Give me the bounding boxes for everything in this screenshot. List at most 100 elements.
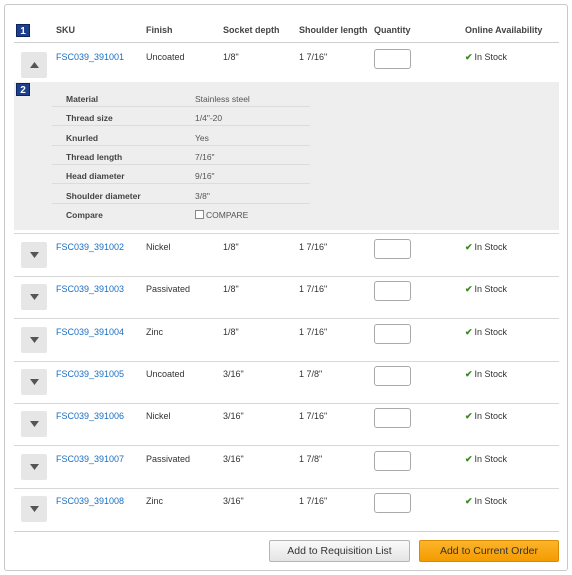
- quantity-input[interactable]: [374, 239, 411, 259]
- row-divider: [14, 318, 559, 319]
- checkmark-icon: ✔: [465, 327, 473, 337]
- header-finish: Finish: [146, 25, 173, 35]
- finish-cell: Uncoated: [146, 52, 185, 62]
- detail-value: Yes: [195, 132, 209, 143]
- expand-row-button[interactable]: [21, 454, 47, 480]
- shoulder-length-cell: 1 7/16": [299, 496, 328, 506]
- detail-label: Thread length: [66, 151, 123, 162]
- sku-link[interactable]: FSC039_391008: [56, 496, 124, 506]
- expand-row-button[interactable]: [21, 369, 47, 395]
- shoulder-length-cell: 1 7/16": [299, 242, 328, 252]
- row-divider: [14, 445, 559, 446]
- detail-row: Material Stainless steel: [52, 88, 310, 107]
- chevron-down-icon: [29, 337, 39, 343]
- socket-depth-cell: 1/8": [223, 52, 239, 62]
- quantity-input[interactable]: [374, 324, 411, 344]
- checkmark-icon: ✔: [465, 411, 473, 421]
- row-divider: [14, 403, 559, 404]
- sku-link[interactable]: FSC039_391003: [56, 284, 124, 294]
- checkmark-icon: ✔: [465, 284, 473, 294]
- sku-link[interactable]: FSC039_391007: [56, 454, 124, 464]
- finish-cell: Zinc: [146, 327, 164, 337]
- availability-text: In Stock: [474, 284, 508, 294]
- row-divider: [14, 276, 559, 277]
- finish-cell: Passivated: [146, 454, 191, 464]
- shoulder-length-cell: 1 7/8": [299, 369, 323, 379]
- availability-status: ✔ In Stock: [465, 411, 507, 422]
- quantity-input[interactable]: [374, 49, 411, 69]
- socket-depth-cell: 3/16": [223, 496, 244, 506]
- expand-row-button[interactable]: [21, 411, 47, 437]
- detail-value: 1/4"-20: [195, 113, 223, 124]
- finish-cell: Nickel: [146, 411, 171, 421]
- detail-label: Material: [66, 94, 99, 104]
- checkbox-icon[interactable]: [195, 209, 204, 219]
- finish-cell: Uncoated: [146, 369, 185, 379]
- detail-label: Knurled: [66, 132, 99, 143]
- expand-row-button[interactable]: [21, 327, 47, 353]
- socket-depth-cell: 1/8": [223, 327, 239, 337]
- compare-label: COMPARE: [206, 209, 249, 220]
- quantity-input[interactable]: [374, 281, 411, 301]
- checkmark-icon: ✔: [465, 496, 473, 506]
- row-divider: [14, 361, 559, 362]
- socket-depth-cell: 3/16": [223, 411, 244, 421]
- sku-link[interactable]: FSC039_391002: [56, 242, 124, 252]
- checkmark-icon: ✔: [465, 242, 473, 252]
- quantity-input[interactable]: [374, 408, 411, 428]
- add-to-current-order-button[interactable]: Add to Current Order: [419, 540, 559, 562]
- quantity-input[interactable]: [374, 493, 411, 513]
- detail-value: 7/16": [195, 151, 215, 162]
- detail-label: Head diameter: [66, 171, 125, 182]
- availability-text: In Stock: [474, 242, 508, 252]
- availability-text: In Stock: [474, 454, 508, 464]
- availability-text: In Stock: [474, 327, 508, 337]
- checkmark-icon: ✔: [465, 454, 473, 464]
- header-divider: [14, 42, 559, 43]
- detail-panel: 2 Material Stainless steel Thread size 1/4"…: [14, 82, 559, 230]
- expand-row-button[interactable]: [21, 284, 47, 310]
- detail-row: Thread size 1/4"-20: [52, 107, 310, 127]
- detail-row: Knurled Yes: [52, 127, 310, 146]
- finish-cell: Passivated: [146, 284, 191, 294]
- detail-label: Thread size: [66, 113, 113, 124]
- row-divider: [14, 488, 559, 489]
- header-online-availability: Online Availability: [465, 25, 543, 35]
- row-badge: 1: [16, 24, 30, 37]
- detail-value: 3/8": [195, 190, 210, 201]
- sku-link[interactable]: FSC039_391005: [56, 369, 124, 379]
- collapse-row-button[interactable]: [21, 52, 47, 78]
- header-quantity: Quantity: [374, 25, 411, 35]
- sku-link[interactable]: FSC039_391006: [56, 411, 124, 421]
- sku-link[interactable]: FSC039_391004: [56, 327, 124, 337]
- socket-depth-cell: 3/16": [223, 369, 244, 379]
- quantity-input[interactable]: [374, 366, 411, 386]
- detail-badge: 2: [16, 83, 30, 96]
- add-to-requisition-list-button[interactable]: Add to Requisition List: [269, 540, 410, 562]
- detail-value: 9/16": [195, 171, 215, 182]
- quantity-input[interactable]: [374, 451, 411, 471]
- availability-text: In Stock: [474, 52, 508, 62]
- chevron-down-icon: [29, 294, 39, 300]
- shoulder-length-cell: 1 7/16": [299, 52, 328, 62]
- expand-row-button[interactable]: [21, 496, 47, 522]
- compare-checkbox[interactable]: COMPARE: [195, 209, 249, 220]
- header-sku: SKU: [56, 25, 76, 35]
- header-shoulder-length: Shoulder length: [299, 25, 368, 35]
- shoulder-length-cell: 1 7/16": [299, 284, 328, 294]
- socket-depth-cell: 3/16": [223, 454, 244, 464]
- availability-status: ✔ In Stock: [465, 242, 507, 253]
- detail-row: Shoulder diameter 3/8": [52, 185, 310, 204]
- availability-status: ✔ In Stock: [465, 284, 507, 295]
- finish-cell: Zinc: [146, 496, 164, 506]
- sku-link[interactable]: FSC039_391001: [56, 52, 124, 62]
- detail-value: Stainless steel: [195, 94, 250, 104]
- finish-cell: Nickel: [146, 242, 171, 252]
- expand-row-button[interactable]: [21, 242, 47, 268]
- shoulder-length-cell: 1 7/16": [299, 327, 328, 337]
- availability-text: In Stock: [474, 369, 508, 379]
- shoulder-length-cell: 1 7/16": [299, 411, 328, 421]
- detail-row: Thread length 7/16": [52, 146, 310, 165]
- chevron-down-icon: [29, 506, 39, 512]
- chevron-down-icon: [29, 464, 39, 470]
